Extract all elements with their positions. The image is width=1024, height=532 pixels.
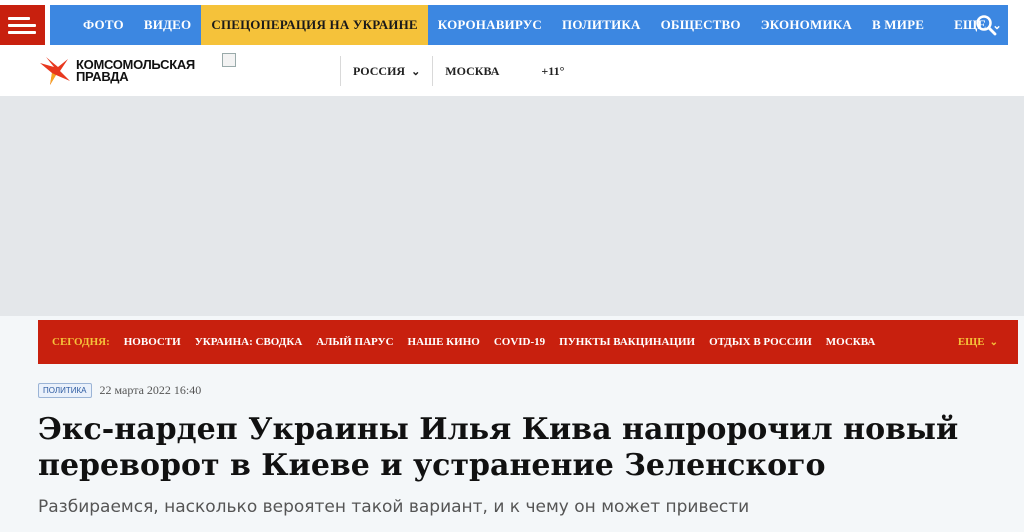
today-item-ukraine-summary[interactable]: УКРАИНА: СВОДКА	[195, 336, 303, 348]
nav-coronavirus[interactable]: КОРОНАВИРУС	[428, 5, 552, 45]
menu-line-icon	[8, 30, 36, 34]
site-logo[interactable]: КОМСОМОЛЬСКАЯ ПРАВДА	[38, 54, 210, 88]
weather-temperature: +11°	[541, 63, 565, 78]
logo-line-2: ПРАВДА	[76, 69, 129, 84]
today-navigation: СЕГОДНЯ: НОВОСТИ УКРАИНА: СВОДКА АЛЫЙ ПА…	[38, 320, 1018, 364]
today-item-news[interactable]: НОВОСТИ	[124, 336, 181, 348]
region-bar: РОССИЯ ⌄ МОСКВА +11°	[340, 56, 564, 86]
article-subtitle: Разбираемся, насколько вероятен такой ва…	[38, 497, 750, 517]
site-header: ФОТО ВИДЕО СПЕЦОПЕРАЦИЯ НА УКРАИНЕ КОРОН…	[0, 0, 1024, 96]
today-item-moscow[interactable]: МОСКВА	[826, 336, 876, 348]
nav-photo[interactable]: ФОТО	[73, 5, 134, 45]
today-more-button[interactable]: ЕЩЕ ⌄	[958, 320, 998, 364]
today-item-vaccination-points[interactable]: ПУНКТЫ ВАКЦИНАЦИИ	[559, 336, 695, 348]
nav-world[interactable]: В МИРЕ	[862, 5, 934, 45]
menu-burger-button[interactable]	[0, 5, 45, 45]
main-navigation: ФОТО ВИДЕО СПЕЦОПЕРАЦИЯ НА УКРАИНЕ КОРОН…	[50, 5, 1008, 45]
today-item-rest-in-russia[interactable]: ОТДЫХ В РОССИИ	[709, 336, 812, 348]
nav-society[interactable]: ОБЩЕСТВО	[651, 5, 751, 45]
article-title-line-2: переворот в Киеве и устранение Зеленског…	[38, 448, 826, 483]
today-item-scarlet-sails[interactable]: АЛЫЙ ПАРУС	[316, 336, 393, 348]
menu-line-icon	[8, 23, 36, 27]
today-label: СЕГОДНЯ:	[52, 336, 110, 348]
search-icon[interactable]	[974, 13, 998, 37]
broken-image-icon	[222, 53, 236, 67]
city-link[interactable]: МОСКВА	[433, 64, 511, 79]
chevron-down-icon: ⌄	[989, 336, 998, 348]
ad-placeholder	[0, 96, 1024, 316]
today-item-our-cinema[interactable]: НАШЕ КИНО	[408, 336, 480, 348]
chevron-down-icon: ⌄	[411, 65, 421, 78]
rubric-badge[interactable]: ПОЛИТИКА	[38, 383, 92, 398]
article-title-line-1: Экс-нардеп Украины Илья Кива напророчил …	[38, 412, 959, 447]
nav-politics[interactable]: ПОЛИТИКА	[552, 5, 651, 45]
kp-star-logo-icon	[40, 57, 70, 85]
region-label: РОССИЯ	[353, 63, 406, 78]
article-meta: ПОЛИТИКА 22 марта 2022 16:40	[38, 383, 201, 398]
nav-video[interactable]: ВИДЕО	[134, 5, 202, 45]
region-selector[interactable]: РОССИЯ ⌄	[341, 64, 432, 79]
nav-special-operation[interactable]: СПЕЦОПЕРАЦИЯ НА УКРАИНЕ	[201, 5, 428, 45]
menu-line-icon	[8, 16, 30, 20]
today-more-label: ЕЩЕ	[957, 336, 985, 348]
article-title: Экс-нардеп Украины Илья Кива напророчил …	[38, 412, 998, 484]
today-item-covid[interactable]: COVID-19	[494, 336, 545, 348]
nav-economy[interactable]: ЭКОНОМИКА	[751, 5, 862, 45]
article-date: 22 марта 2022 16:40	[99, 383, 202, 397]
